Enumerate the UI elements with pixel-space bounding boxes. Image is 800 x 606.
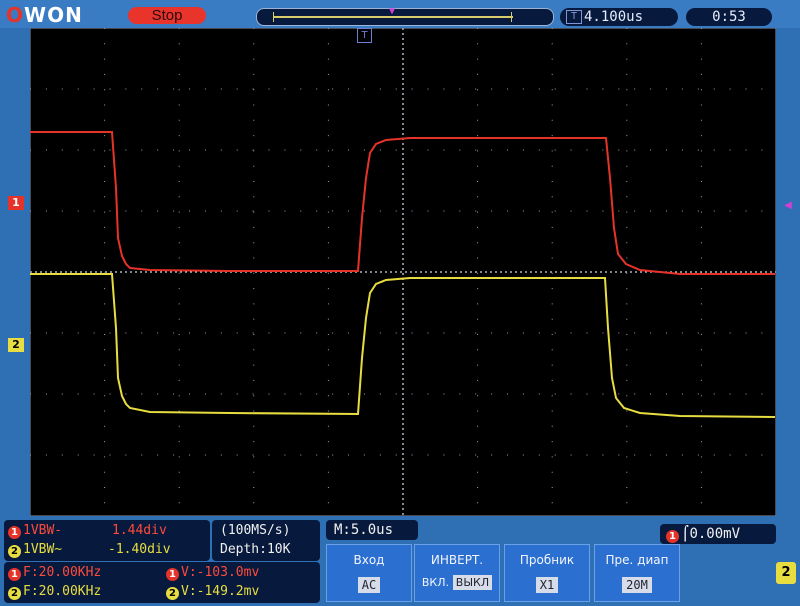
trigger-source-badge: 1: [666, 530, 679, 543]
trigger-time-marker: T: [357, 28, 372, 43]
trigger-level: 0.00mV: [689, 526, 741, 542]
acquisition-panel: (100MS/s) Depth:10K: [212, 520, 320, 561]
brand-logo: OWON: [6, 3, 83, 27]
menu-bandwidth-title: Пре. диап: [605, 553, 669, 567]
menu-input-coupling[interactable]: Вход AC: [326, 544, 412, 602]
ch2-coupling: 1VBW~: [23, 542, 63, 557]
ch2-badge: 2: [8, 545, 21, 558]
trigger-delay-value: 4.100us: [584, 9, 644, 25]
clock: 0:53: [686, 8, 772, 26]
run-stop-status[interactable]: Stop: [128, 7, 206, 24]
trigger-level-marker[interactable]: ◀: [783, 199, 793, 211]
menu-invert-title: ИНВЕРТ.: [430, 553, 484, 567]
ch2-offset-marker[interactable]: 2: [8, 338, 24, 352]
ch1-badge: 1: [166, 568, 179, 581]
menu-invert-off: ВЫКЛ: [452, 575, 493, 590]
menu-invert[interactable]: ИНВЕРТ. ВКЛ. ВЫКЛ: [414, 544, 500, 602]
ch1-voltage: 1 V:-103.0mv: [166, 565, 259, 581]
ch2-voltage: 2 V:-149.2mv: [166, 584, 259, 600]
measurement-panel: 1 F:20.00KHz 1 V:-103.0mv 2 F:20.00KHz 2 V:-…: [4, 562, 320, 603]
record-depth: Depth:10K: [220, 542, 291, 557]
ch2-badge: 2: [8, 587, 21, 600]
ch2-frequency: 2 F:20.00KHz: [8, 584, 101, 600]
ch2-voltage-value: V:-149.2mv: [181, 584, 260, 599]
menu-input-title: Вход: [353, 553, 385, 567]
memory-start-mark: [273, 12, 274, 22]
ch2-position: -1.40div: [108, 542, 171, 557]
ch1-badge: 1: [8, 568, 21, 581]
ch1-position: 1.44div: [112, 523, 167, 538]
menu-channel-indicator[interactable]: 2: [776, 562, 796, 584]
ch2-waveform: [30, 273, 776, 418]
ch1-frequency-value: F:20.00KHz: [23, 565, 102, 580]
ch1-offset-marker[interactable]: 1: [8, 196, 24, 210]
memory-position-bar[interactable]: ▼: [256, 6, 554, 26]
channel-settings-panel: 1 1VBW- 1.44div 2 1VBW~ -1.40div: [4, 520, 210, 561]
ch2-settings: 2 1VBW~: [8, 542, 62, 558]
trigger-delay-readout: T 4.100us: [560, 8, 678, 26]
memory-end-mark: [511, 12, 512, 22]
ch1-settings: 1 1VBW-: [8, 523, 62, 539]
waveform-display[interactable]: [30, 28, 776, 516]
menu-bandwidth-value: 20M: [622, 577, 652, 593]
menu-probe-value: X1: [535, 577, 559, 593]
timebase-readout: M:5.0us: [326, 520, 418, 540]
ch1-frequency: 1 F:20.00KHz: [8, 565, 101, 581]
ch2-badge: 2: [166, 587, 179, 600]
menu-probe-title: Пробник: [519, 553, 575, 567]
trigger-readout: 1 ⌠0.00mV: [660, 524, 776, 544]
trigger-position-marker: ▼: [389, 6, 396, 17]
ch2-frequency-value: F:20.00KHz: [23, 584, 102, 599]
menu-input-value: AC: [357, 577, 381, 593]
menu-invert-on: ВКЛ.: [421, 576, 449, 589]
waveform-canvas: [30, 28, 776, 516]
ch1-coupling: 1VBW-: [23, 523, 63, 538]
menu-probe[interactable]: Пробник X1: [504, 544, 590, 602]
ch1-voltage-value: V:-103.0mv: [181, 565, 260, 580]
menu-bandwidth[interactable]: Пре. диап 20M: [594, 544, 680, 602]
trigger-icon: T: [566, 10, 582, 24]
sample-rate: (100MS/s): [220, 523, 291, 538]
ch1-badge: 1: [8, 526, 21, 539]
